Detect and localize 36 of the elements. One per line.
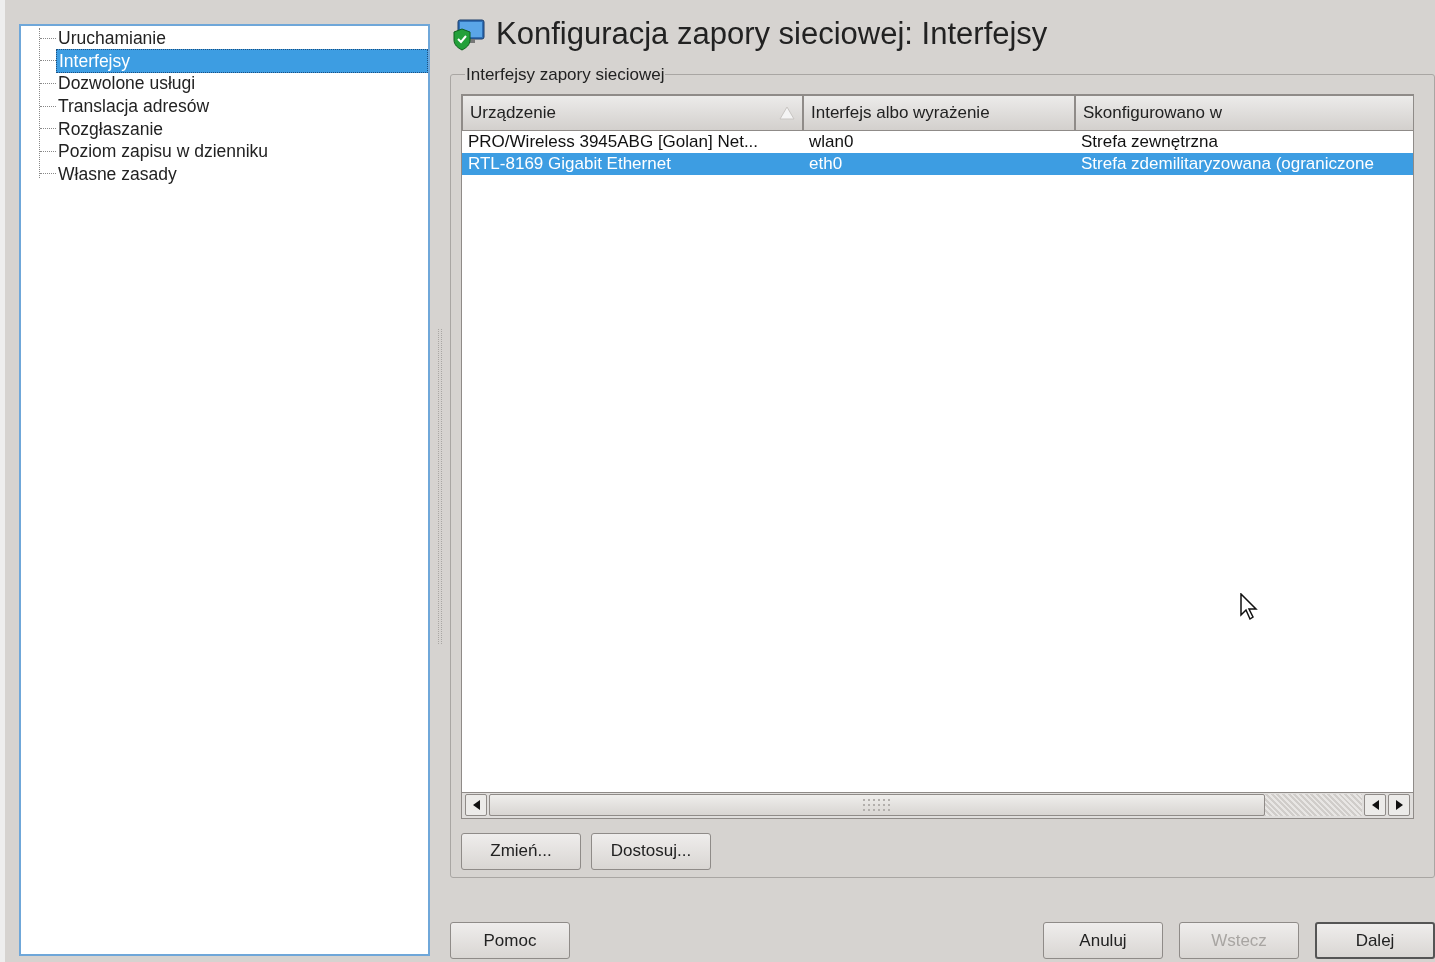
tree-item[interactable]: Poziom zapisu w dzienniku	[56, 140, 428, 163]
table-cell-text: PRO/Wireless 3945ABG [Golan] Net...	[467, 130, 760, 153]
sort-ascending-icon	[779, 105, 795, 120]
grip-icon	[862, 798, 892, 812]
mouse-pointer-icon	[1240, 593, 1260, 623]
column-header[interactable]: Interfejs albo wyrażenie	[803, 94, 1075, 131]
scrollbar-thumb[interactable]	[489, 794, 1265, 816]
tree-item[interactable]: Rozgłaszanie	[56, 117, 428, 140]
tree-item[interactable]: Translacja adresów	[56, 95, 428, 118]
left-arrow-icon	[472, 800, 480, 810]
table-cell-text: Strefa zewnętrzna	[1080, 130, 1219, 153]
table-cell-text: RTL-8169 Gigabit Ethernet	[467, 152, 672, 175]
tree-item[interactable]: Uruchamianie	[56, 27, 428, 50]
left-arrow-icon	[1371, 800, 1379, 810]
group-title: Interfejsy zapory sieciowej	[465, 64, 666, 86]
scroll-arrow-button[interactable]	[1388, 794, 1410, 816]
scroll-arrow-button[interactable]	[1364, 794, 1386, 816]
monitor-shield-icon	[452, 17, 486, 51]
tree-item[interactable]: Własne zasady	[56, 162, 428, 185]
page-title: Konfiguracja zapory sieciowej: Interfejsy	[496, 14, 1048, 53]
column-header[interactable]: Urządzenie	[462, 94, 803, 131]
table-action-button[interactable]: Dostosuj...	[591, 832, 711, 870]
dialog-button[interactable]: Anuluj	[1043, 922, 1163, 959]
table-action-button[interactable]: Zmień...	[461, 832, 581, 870]
table-row[interactable]: PRO/Wireless 3945ABG [Golan] Net... wlan0 Strefa zewnętrzna	[462, 130, 1413, 153]
table-cell-text: eth0	[808, 152, 844, 175]
table-cell-text: wlan0	[808, 130, 855, 153]
column-header[interactable]: Skonfigurowano w	[1075, 94, 1413, 131]
dialog-button[interactable]: Pomoc	[450, 922, 570, 959]
horizontal-scrollbar[interactable]	[462, 791, 1413, 818]
right-arrow-icon	[1395, 800, 1403, 810]
tree-item[interactable]: Dozwolone usługi	[56, 72, 428, 95]
scroll-arrow-button[interactable]	[465, 794, 487, 816]
dialog-button[interactable]: Dalej	[1315, 922, 1435, 959]
table-cell-text: Strefa zdemilitaryzowana (ograniczone	[1080, 152, 1375, 175]
splitter-handle[interactable]	[438, 329, 442, 644]
